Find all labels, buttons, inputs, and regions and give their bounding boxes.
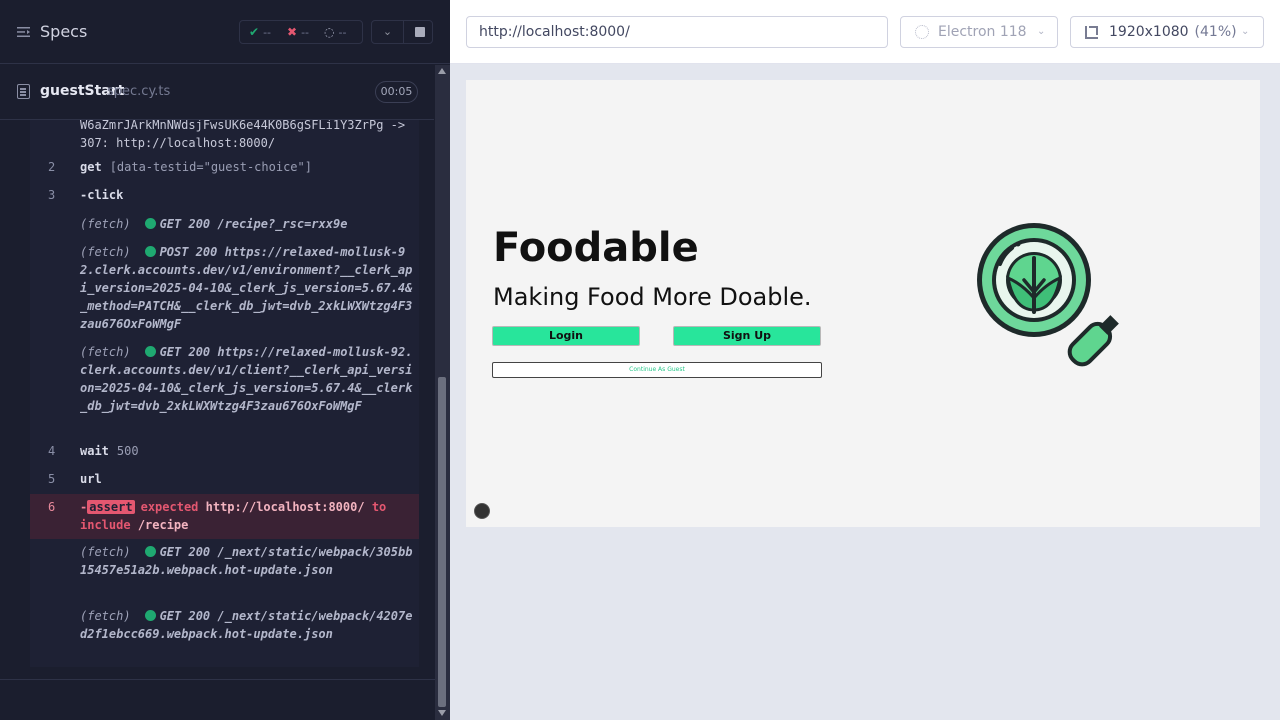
fetch-label: (fetch): [80, 609, 131, 623]
aut-toolbar: Electron 118 ⌄ 1920x1080 (41%) ⌄: [450, 0, 1280, 64]
chevron-down-icon: ⌄: [1037, 26, 1046, 37]
magnifier-leaf-logo-icon: [977, 223, 1119, 367]
url-input[interactable]: [466, 16, 888, 48]
log-item-fetch[interactable]: (fetch) GET 200 /_next/static/webpack/420…: [30, 607, 419, 663]
log-item-get[interactable]: 2 get [data-testid="guest-choice"]: [30, 158, 419, 178]
log-number: 6: [48, 500, 56, 514]
viewport-selector[interactable]: 1920x1080 (41%) ⌄: [1070, 16, 1264, 48]
assert-include-word: include: [80, 518, 131, 532]
specs-list-icon[interactable]: [17, 25, 31, 39]
log-number: 3: [48, 188, 56, 202]
spec-file-ext: spec.cy.ts: [107, 84, 171, 99]
status-dot-icon: [144, 218, 156, 229]
log-item-wait[interactable]: 4 wait 500: [30, 442, 419, 462]
electron-icon: [915, 25, 929, 39]
viewport-zoom: (41%): [1194, 24, 1237, 40]
command-name: -click: [80, 188, 124, 202]
status-dot-icon: [144, 546, 156, 557]
log-item-fetch[interactable]: (fetch) GET 200 /_next/static/webpack/305…: [30, 543, 419, 599]
pending-icon: ◌: [324, 25, 335, 39]
passed-count: ✔ --: [249, 25, 271, 39]
mouse-cursor-indicator: [474, 503, 490, 519]
tagline: Making Food More Doable.: [493, 283, 812, 311]
status-dot-icon: [144, 346, 156, 357]
specs-header: Specs ✔ -- ✖ -- ◌ -- ⌄: [0, 0, 450, 64]
ruler-icon: [1085, 26, 1098, 39]
reporter-footer-divider: [0, 679, 435, 680]
assert-expected-word: expected: [140, 500, 199, 514]
log-number: 4: [48, 444, 56, 458]
stop-button[interactable]: [415, 27, 425, 37]
chevron-down-icon[interactable]: ⌄: [372, 21, 404, 43]
fetch-label: (fetch): [80, 545, 131, 559]
command-name: url: [80, 472, 102, 486]
log-item-assert-failed[interactable]: 6 - assert expected http://localhost:8000/…: [30, 494, 419, 539]
signup-button[interactable]: Sign Up: [673, 326, 821, 346]
duration-badge: 00:05: [375, 81, 418, 103]
log-text: W6aZmrJArkMnNWdsjFwsUK6e44K0B6gSFLi1Y3Zr…: [80, 120, 406, 150]
command-message: 500: [116, 444, 139, 458]
log-item-fetch[interactable]: (fetch) GET 200 /recipe?_rsc=rxx9e: [30, 215, 419, 235]
spec-file-row[interactable]: guestStart spec.cy.ts 00:05: [0, 65, 434, 120]
pending-count-value: --: [338, 26, 347, 39]
check-icon: ✔: [249, 25, 260, 39]
brand-heading: Foodable: [493, 225, 699, 271]
status-dot-icon: [144, 246, 156, 257]
viewport-size: 1920x1080: [1109, 24, 1189, 40]
chevron-down-icon: ⌄: [1241, 26, 1250, 37]
command-log: W6aZmrJArkMnNWdsjFwsUK6e44K0B6gSFLi1Y3Zr…: [30, 120, 419, 667]
fetch-label: (fetch): [80, 217, 131, 231]
command-name: wait: [80, 444, 109, 458]
fetch-label: (fetch): [80, 345, 131, 359]
fetch-text: GET 200 /recipe?_rsc=rxx9e: [159, 217, 348, 231]
browser-label: Electron 118: [938, 24, 1027, 40]
assert-to-word: to: [371, 500, 387, 514]
failed-count: ✖ --: [287, 25, 309, 39]
status-dot-icon: [144, 610, 156, 621]
pending-count: ◌ --: [324, 25, 346, 39]
run-controls: ⌄: [371, 20, 433, 44]
reporter-panel: Specs ✔ -- ✖ -- ◌ -- ⌄ guestStart spec.cy.t…: [0, 0, 450, 720]
log-number: 2: [48, 160, 56, 174]
login-button[interactable]: Login: [492, 326, 640, 346]
run-stats: ✔ -- ✖ -- ◌ --: [239, 20, 363, 44]
app-preview: Foodable Making Food More Doable. Login …: [466, 80, 1260, 527]
x-icon: ✖: [287, 25, 298, 39]
log-item-fetch[interactable]: (fetch) GET 200 https://relaxed-mollusk-9…: [30, 343, 419, 433]
assert-badge: assert: [87, 500, 135, 514]
log-item[interactable]: W6aZmrJArkMnNWdsjFwsUK6e44K0B6gSFLi1Y3Zr…: [30, 120, 419, 152]
log-scrollbar[interactable]: [435, 65, 450, 720]
command-name: get: [80, 160, 102, 174]
failed-count-value: --: [301, 26, 310, 39]
fetch-label: (fetch): [80, 245, 131, 259]
document-icon: [17, 84, 30, 99]
browser-selector[interactable]: Electron 118 ⌄: [900, 16, 1058, 48]
assert-actual-value: http://localhost:8000/: [205, 500, 365, 514]
scroll-up-icon[interactable]: [438, 68, 446, 74]
continue-as-guest-button[interactable]: Continue As Guest: [492, 362, 822, 378]
scroll-down-icon[interactable]: [438, 710, 446, 716]
scrollbar-thumb[interactable]: [438, 377, 446, 707]
log-item-url[interactable]: 5 url: [30, 470, 419, 490]
log-number: 5: [48, 472, 56, 486]
passed-count-value: --: [263, 26, 272, 39]
command-message: [data-testid="guest-choice"]: [109, 160, 312, 174]
specs-title[interactable]: Specs: [40, 22, 87, 41]
assert-target-value: /recipe: [137, 518, 189, 532]
viewport-label: 1920x1080 (41%): [1109, 24, 1237, 40]
log-item-fetch[interactable]: (fetch) POST 200 https://relaxed-mollusk-…: [30, 243, 419, 333]
log-item-click[interactable]: 3 -click: [30, 186, 419, 206]
